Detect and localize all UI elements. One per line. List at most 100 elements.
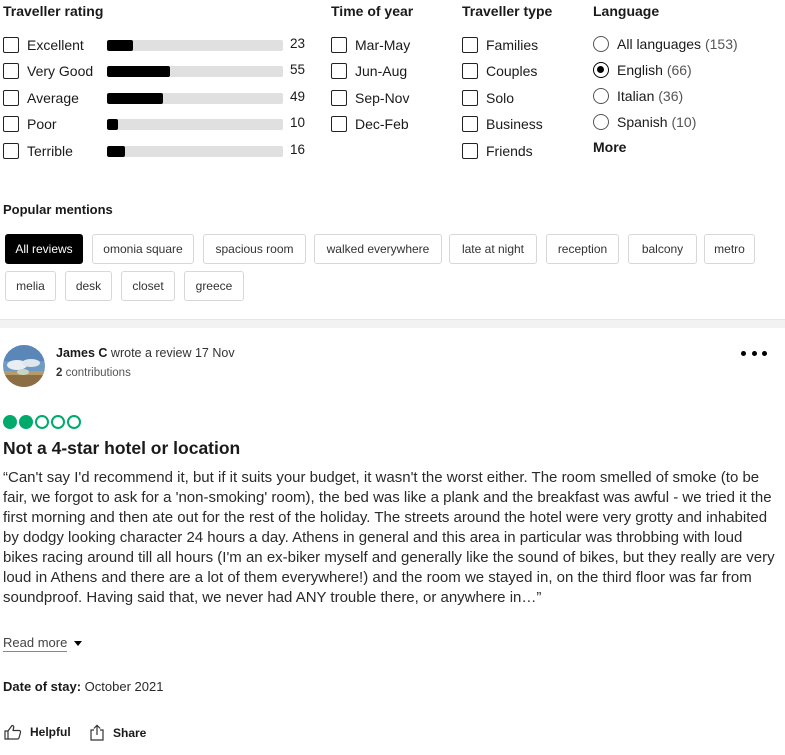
rating-count: 55 xyxy=(289,62,305,77)
mention-chip-closet[interactable]: closet xyxy=(121,271,175,301)
type-filter-label: Business xyxy=(486,116,543,132)
checkbox[interactable] xyxy=(331,37,347,53)
helpful-label: Helpful xyxy=(30,725,71,739)
rating-filter-excellent[interactable]: Excellent xyxy=(3,35,84,55)
checkbox[interactable] xyxy=(462,63,478,79)
rating-bubble xyxy=(3,415,17,429)
more-options-icon[interactable] xyxy=(741,344,767,362)
rating-count: 49 xyxy=(289,89,305,104)
language-option-english[interactable]: English (66) xyxy=(593,60,692,80)
mention-chip-spacious-room[interactable]: spacious room xyxy=(203,234,306,264)
time-filter-mar-may[interactable]: Mar-May xyxy=(331,35,410,55)
review-body: “Can't say I'd recommend it, but if it s… xyxy=(3,469,775,606)
section-divider xyxy=(0,319,785,328)
language-name: Spanish xyxy=(617,114,668,130)
type-filter-business[interactable]: Business xyxy=(462,114,543,134)
language-label: English (66) xyxy=(617,62,692,78)
rating-label: Poor xyxy=(27,116,57,132)
date-of-stay-value: October 2021 xyxy=(84,679,164,694)
contributions-count: 2 contributions xyxy=(56,367,131,379)
rating-bar-fill xyxy=(107,93,164,104)
mention-chip-omonia-square[interactable]: omonia square xyxy=(92,234,194,264)
rating-filter-average[interactable]: Average xyxy=(3,88,79,108)
read-more-label: Read more xyxy=(3,635,68,652)
time-filter-dec-feb[interactable]: Dec-Feb xyxy=(331,114,409,134)
traveller-rating-title: Traveller rating xyxy=(3,3,104,19)
rating-count: 16 xyxy=(289,142,305,157)
checkbox[interactable] xyxy=(462,143,478,159)
mention-chip-metro[interactable]: metro xyxy=(704,234,755,264)
checkbox[interactable] xyxy=(3,63,19,79)
checkbox[interactable] xyxy=(3,116,19,132)
checkbox[interactable] xyxy=(462,90,478,106)
checkbox[interactable] xyxy=(3,37,19,53)
checkbox[interactable] xyxy=(3,143,19,159)
more-languages-link[interactable]: More xyxy=(593,139,626,155)
time-filter-label: Mar-May xyxy=(355,37,411,53)
language-count: (10) xyxy=(671,114,697,130)
rating-bubble xyxy=(35,415,49,429)
language-title: Language xyxy=(593,3,660,19)
author-name[interactable]: James C xyxy=(56,346,107,360)
rating-count: 23 xyxy=(289,36,305,51)
mention-chip-walked-everywhere[interactable]: walked everywhere xyxy=(314,234,442,264)
type-filter-label: Solo xyxy=(486,90,515,106)
rating-bar-fill xyxy=(107,40,134,51)
time-filter-label: Jun-Aug xyxy=(355,63,408,79)
mention-chip-desk[interactable]: desk xyxy=(65,271,112,301)
date-of-stay-label: Date of stay: xyxy=(3,679,82,694)
checkbox[interactable] xyxy=(331,90,347,106)
language-label: All languages (153) xyxy=(617,36,738,52)
mention-chip-late-at-night[interactable]: late at night xyxy=(449,234,537,264)
radio-button[interactable] xyxy=(593,88,609,104)
review-title[interactable]: Not a 4-star hotel or location xyxy=(3,438,240,459)
type-filter-label: Friends xyxy=(486,143,533,159)
bubble-rating xyxy=(3,415,81,429)
mention-chip-reception[interactable]: reception xyxy=(546,234,619,264)
type-filter-label: Couples xyxy=(486,63,538,79)
thumbs-up-icon xyxy=(4,724,22,740)
mention-chip-all-reviews[interactable]: All reviews xyxy=(5,234,83,264)
rating-label: Excellent xyxy=(27,37,84,53)
avatar[interactable] xyxy=(3,345,45,387)
rating-label: Very Good xyxy=(27,63,94,79)
language-count: (66) xyxy=(666,62,692,78)
type-filter-friends[interactable]: Friends xyxy=(462,141,533,161)
radio-button[interactable] xyxy=(593,62,609,78)
share-button[interactable]: Share xyxy=(89,724,146,741)
checkbox[interactable] xyxy=(331,116,347,132)
read-more-button[interactable]: Read more xyxy=(3,635,83,652)
rating-bar-fill xyxy=(107,66,171,77)
rating-filter-terrible[interactable]: Terrible xyxy=(3,141,73,161)
time-filter-jun-aug[interactable]: Jun-Aug xyxy=(331,61,407,81)
language-option-italian[interactable]: Italian (36) xyxy=(593,86,683,106)
type-filter-families[interactable]: Families xyxy=(462,35,538,55)
checkbox[interactable] xyxy=(462,116,478,132)
language-option-spanish[interactable]: Spanish (10) xyxy=(593,112,696,132)
rating-label: Average xyxy=(27,90,79,106)
language-option-all-languages[interactable]: All languages (153) xyxy=(593,34,738,54)
radio-button[interactable] xyxy=(593,114,609,130)
mention-chip-melia[interactable]: melia xyxy=(5,271,56,301)
type-filter-couples[interactable]: Couples xyxy=(462,61,537,81)
traveller-type-title: Traveller type xyxy=(462,3,553,19)
checkbox[interactable] xyxy=(331,63,347,79)
rating-bubble xyxy=(67,415,81,429)
mention-chip-greece[interactable]: greece xyxy=(184,271,244,301)
checkbox[interactable] xyxy=(3,90,19,106)
type-filter-label: Families xyxy=(486,37,539,53)
checkbox[interactable] xyxy=(462,37,478,53)
helpful-button[interactable]: Helpful xyxy=(4,724,71,740)
mention-chip-balcony[interactable]: balcony xyxy=(628,234,697,264)
review-action-text: wrote a review 17 Nov xyxy=(110,346,235,360)
rating-bar xyxy=(107,146,283,157)
time-filter-sep-nov[interactable]: Sep-Nov xyxy=(331,88,409,108)
rating-bar xyxy=(107,66,283,77)
language-label: Italian (36) xyxy=(617,88,683,104)
date-of-stay: Date of stay: October 2021 xyxy=(3,679,163,694)
rating-filter-very-good[interactable]: Very Good xyxy=(3,61,93,81)
rating-filter-poor[interactable]: Poor xyxy=(3,114,57,134)
contributions-label: contributions xyxy=(65,367,131,379)
radio-button[interactable] xyxy=(593,36,609,52)
type-filter-solo[interactable]: Solo xyxy=(462,88,514,108)
